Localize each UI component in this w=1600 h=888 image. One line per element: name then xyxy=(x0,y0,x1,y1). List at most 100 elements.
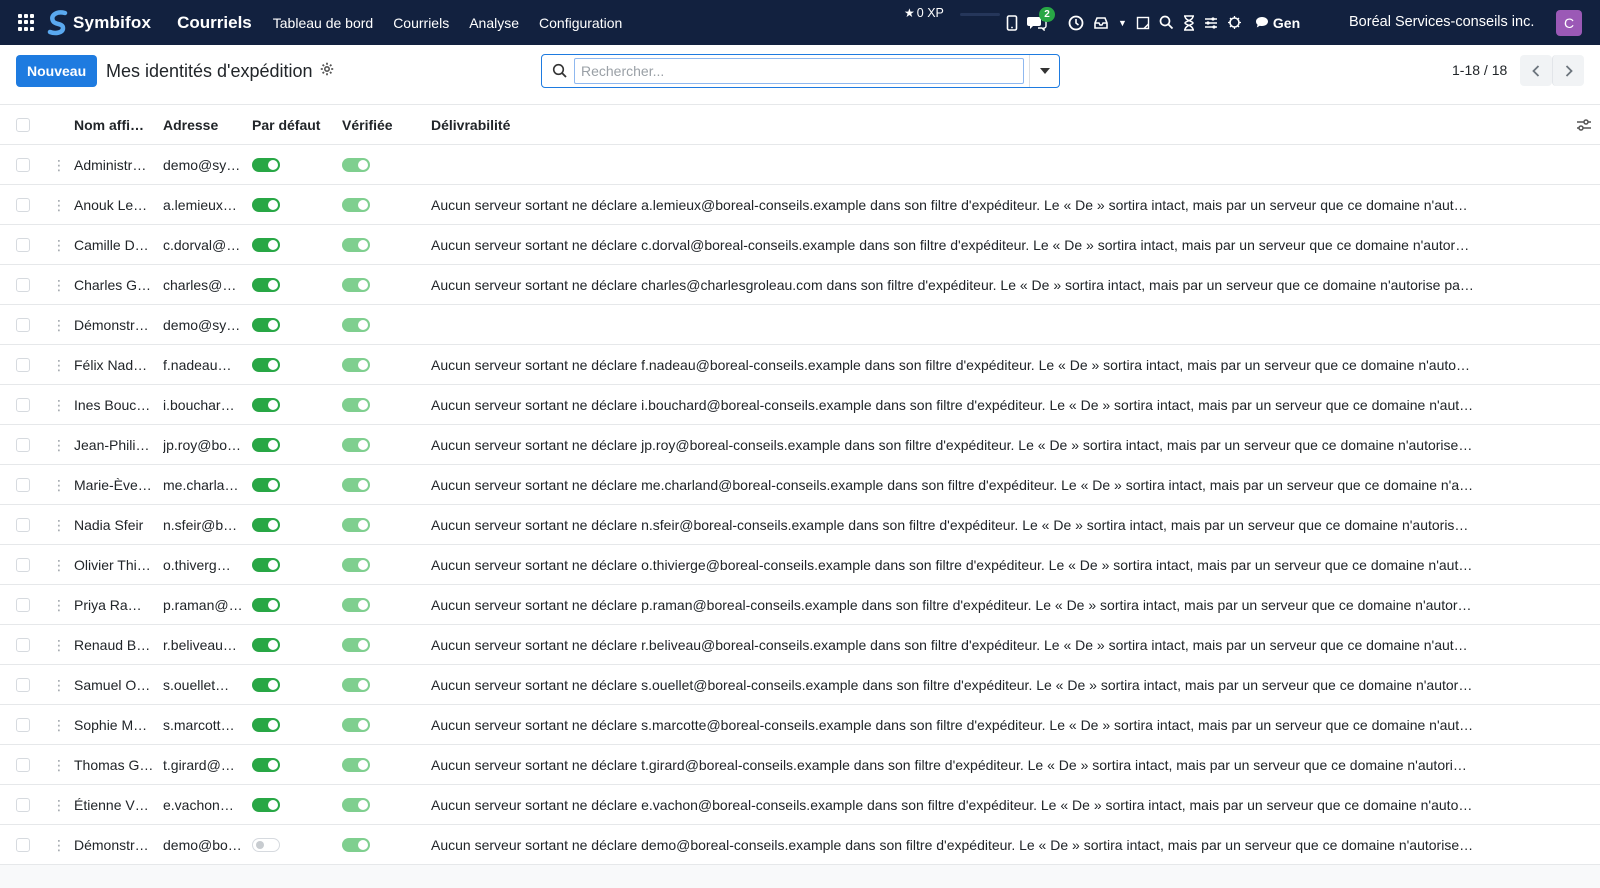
row-checkbox[interactable] xyxy=(16,438,30,452)
drag-handle-icon[interactable]: ⋮⋮ xyxy=(52,305,62,345)
drag-handle-icon[interactable]: ⋮⋮ xyxy=(52,665,62,705)
column-header-name[interactable]: Nom affi… xyxy=(74,105,154,145)
optional-columns-icon[interactable] xyxy=(1576,117,1592,133)
pager-next-button[interactable] xyxy=(1552,55,1584,86)
menu-item-emails[interactable]: Courriels xyxy=(393,15,449,31)
menu-item-dashboard[interactable]: Tableau de bord xyxy=(273,15,373,31)
apps-grid-icon[interactable] xyxy=(18,14,35,31)
table-row[interactable]: ⋮⋮ Félix Nad… f.nadeau… Aucun serveur sorta… xyxy=(0,345,1600,385)
drag-handle-icon[interactable]: ⋮⋮ xyxy=(52,585,62,625)
drag-handle-icon[interactable]: ⋮⋮ xyxy=(52,385,62,425)
table-row[interactable]: ⋮⋮ Sophie M… s.marcott… Aucun serveur sorta… xyxy=(0,705,1600,745)
column-header-deliverability[interactable]: Délivrabilité xyxy=(431,105,1563,145)
clock-icon[interactable] xyxy=(1068,15,1084,31)
table-row[interactable]: ⋮⋮ Anouk Le… a.lemieux… Aucun serveur sorta… xyxy=(0,185,1600,225)
messages-icon[interactable]: 2 xyxy=(1027,6,1055,31)
drag-handle-icon[interactable]: ⋮⋮ xyxy=(52,145,62,185)
row-checkbox[interactable] xyxy=(16,798,30,812)
default-toggle[interactable] xyxy=(252,438,280,452)
default-toggle[interactable] xyxy=(252,518,280,532)
gear-icon[interactable] xyxy=(320,62,334,79)
row-checkbox[interactable] xyxy=(16,238,30,252)
row-checkbox[interactable] xyxy=(16,318,30,332)
default-toggle[interactable] xyxy=(252,558,280,572)
gen-assistant-button[interactable]: Gen xyxy=(1255,15,1300,31)
row-checkbox[interactable] xyxy=(16,478,30,492)
row-checkbox[interactable] xyxy=(16,198,30,212)
table-row[interactable]: ⋮⋮ Nadia Sfeir n.sfeir@b… Aucun serveur sor… xyxy=(0,505,1600,545)
mobile-icon[interactable] xyxy=(1006,14,1018,31)
app-title[interactable]: Courriels xyxy=(177,13,252,33)
row-checkbox[interactable] xyxy=(16,838,30,852)
select-all-checkbox[interactable] xyxy=(16,118,30,132)
row-checkbox[interactable] xyxy=(16,518,30,532)
row-checkbox[interactable] xyxy=(16,358,30,372)
default-toggle[interactable] xyxy=(252,318,280,332)
default-toggle[interactable] xyxy=(252,678,280,692)
new-button[interactable]: Nouveau xyxy=(16,55,98,87)
default-toggle[interactable] xyxy=(252,598,280,612)
table-row[interactable]: ⋮⋮ Jean-Phili… jp.roy@bo… Aucun serveur sor… xyxy=(0,425,1600,465)
default-toggle[interactable] xyxy=(252,358,280,372)
drag-handle-icon[interactable]: ⋮⋮ xyxy=(52,265,62,305)
menu-item-analysis[interactable]: Analyse xyxy=(469,15,519,31)
bug-icon[interactable] xyxy=(1227,15,1242,30)
table-row[interactable]: ⋮⋮ Olivier Thi… o.thiverg… Aucun serveur so… xyxy=(0,545,1600,585)
table-row[interactable]: ⋮⋮ Ines Bouc… i.bouchar… Aucun serveur sort… xyxy=(0,385,1600,425)
default-toggle[interactable] xyxy=(252,838,280,852)
search-input[interactable] xyxy=(574,58,1024,84)
column-header-verified[interactable]: Vérifiée xyxy=(342,105,422,145)
table-row[interactable]: ⋮⋮ Charles G… charles@c… Aucun serveur sort… xyxy=(0,265,1600,305)
note-icon[interactable] xyxy=(1136,16,1150,30)
row-checkbox[interactable] xyxy=(16,638,30,652)
table-row[interactable]: ⋮⋮ Démonstr… demo@bo… Aucun serveur sortant… xyxy=(0,825,1600,865)
table-row[interactable]: ⋮⋮ Priya Ra… p.raman@… Aucun serveur sortan… xyxy=(0,585,1600,625)
drag-handle-icon[interactable]: ⋮⋮ xyxy=(52,745,62,785)
table-row[interactable]: ⋮⋮ Camille D… c.dorval@… Aucun serveur sort… xyxy=(0,225,1600,265)
row-checkbox[interactable] xyxy=(16,158,30,172)
default-toggle[interactable] xyxy=(252,478,280,492)
drag-handle-icon[interactable]: ⋮⋮ xyxy=(52,505,62,545)
drag-handle-icon[interactable]: ⋮⋮ xyxy=(52,825,62,865)
drag-handle-icon[interactable]: ⋮⋮ xyxy=(52,705,62,745)
drag-handle-icon[interactable]: ⋮⋮ xyxy=(52,345,62,385)
row-checkbox[interactable] xyxy=(16,718,30,732)
menu-item-configuration[interactable]: Configuration xyxy=(539,15,622,31)
default-toggle[interactable] xyxy=(252,798,280,812)
drag-handle-icon[interactable]: ⋮⋮ xyxy=(52,785,62,825)
table-row[interactable]: ⋮⋮ Thomas G… t.girard@… Aucun serveur sorta… xyxy=(0,745,1600,785)
row-checkbox[interactable] xyxy=(16,678,30,692)
default-toggle[interactable] xyxy=(252,718,280,732)
drag-handle-icon[interactable]: ⋮⋮ xyxy=(52,425,62,465)
table-row[interactable]: ⋮⋮ Étienne V… e.vachon… Aucun serveur sorta… xyxy=(0,785,1600,825)
pager-previous-button[interactable] xyxy=(1520,55,1552,86)
brand[interactable]: Symbifox xyxy=(47,9,151,36)
drag-handle-icon[interactable]: ⋮⋮ xyxy=(52,465,62,505)
row-checkbox[interactable] xyxy=(16,558,30,572)
table-row[interactable]: ⋮⋮ Démonstr… demo@sy… xyxy=(0,305,1600,345)
default-toggle[interactable] xyxy=(252,758,280,772)
sliders-icon[interactable] xyxy=(1204,16,1218,30)
table-row[interactable]: ⋮⋮ Administr… demo@sy… xyxy=(0,145,1600,185)
drag-handle-icon[interactable]: ⋮⋮ xyxy=(52,545,62,585)
default-toggle[interactable] xyxy=(252,278,280,292)
company-switcher[interactable]: Boréal Services-conseils inc. xyxy=(1349,14,1534,30)
hourglass-icon[interactable] xyxy=(1183,14,1195,31)
column-header-default[interactable]: Par défaut xyxy=(252,105,334,145)
default-toggle[interactable] xyxy=(252,238,280,252)
xp-indicator[interactable]: ★ 0 XP xyxy=(904,6,944,20)
column-header-address[interactable]: Adresse xyxy=(163,105,243,145)
default-toggle[interactable] xyxy=(252,398,280,412)
drag-handle-icon[interactable]: ⋮⋮ xyxy=(52,625,62,665)
default-toggle[interactable] xyxy=(252,198,280,212)
table-row[interactable]: ⋮⋮ Samuel O… s.ouellet@… Aucun serveur sort… xyxy=(0,665,1600,705)
chevron-down-icon[interactable]: ▼ xyxy=(1118,18,1127,28)
row-checkbox[interactable] xyxy=(16,758,30,772)
default-toggle[interactable] xyxy=(252,638,280,652)
avatar[interactable]: C xyxy=(1556,10,1582,36)
row-checkbox[interactable] xyxy=(16,278,30,292)
table-row[interactable]: ⋮⋮ Marie-Ève… me.charla… Aucun serveur sort… xyxy=(0,465,1600,505)
row-checkbox[interactable] xyxy=(16,598,30,612)
default-toggle[interactable] xyxy=(252,158,280,172)
inbox-icon[interactable] xyxy=(1093,16,1109,30)
